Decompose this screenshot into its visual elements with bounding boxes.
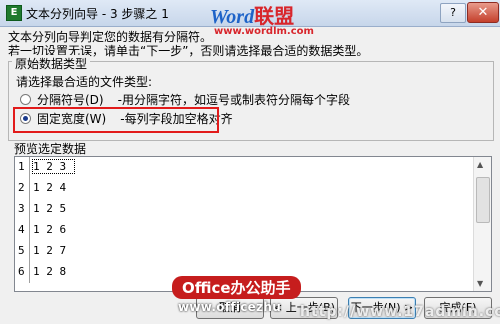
row-number: 3	[18, 202, 25, 215]
row-value: 1 2 7	[33, 244, 67, 257]
vertical-scrollbar[interactable]: ▲ ▼	[473, 157, 491, 291]
text-import-wizard-window: E 文本分列向导 - 3 步骤之 1 ? ✕ Word联盟 www.wordlm…	[0, 0, 500, 324]
row-number: 6	[18, 265, 25, 278]
radio-label-delimited: 分隔符号(D)	[37, 92, 104, 107]
row-separator	[29, 220, 30, 241]
radio-delimited[interactable]: 分隔符号(D) -用分隔字符，如逗号或制表符分隔每个字段	[20, 90, 350, 108]
row-value: 1 2 6	[33, 223, 67, 236]
preview-row: 3 1 2 5	[15, 199, 473, 220]
preview-row: 2 1 2 4	[15, 178, 473, 199]
row-separator	[29, 199, 30, 220]
watermark-url-right: http://www.17admin.co	[300, 304, 500, 320]
row-separator	[29, 262, 30, 283]
brand-url: www.wordlm.com	[214, 26, 314, 37]
preview-row: 4 1 2 6	[15, 220, 473, 241]
row-value: 1 2 3	[31, 159, 76, 174]
row-value: 1 2 4	[33, 181, 67, 194]
window-title: 文本分列向导 - 3 步骤之 1	[26, 7, 169, 21]
row-number: 2	[18, 181, 25, 194]
row-separator	[29, 241, 30, 262]
row-number: 5	[18, 244, 25, 257]
group-title: 原始数据类型	[12, 55, 91, 72]
radio-button-delimited[interactable]	[20, 93, 31, 105]
highlight-box	[13, 107, 219, 133]
file-type-prompt: 请选择最合适的文件类型:	[16, 75, 153, 89]
scroll-up-icon[interactable]: ▲	[477, 160, 483, 169]
preview-row: 5 1 2 7	[15, 241, 473, 262]
row-value: 1 2 8	[33, 265, 67, 278]
preview-label: 预览选定数据	[14, 142, 87, 156]
row-separator	[29, 157, 30, 178]
help-button[interactable]: ?	[440, 3, 466, 23]
watermark-badge: Office办公助手	[172, 276, 301, 299]
brand-word: Word	[210, 6, 255, 28]
scroll-down-icon[interactable]: ▼	[477, 279, 483, 288]
excel-app-icon: E	[6, 5, 22, 21]
row-number: 1	[18, 160, 25, 173]
row-separator	[29, 178, 30, 199]
watermark-url-left: www.officezhu	[178, 300, 282, 314]
preview-pane[interactable]: 1 1 2 3 2 1 2 4 3 1 2 5 4 1 2 6 5 1 2 7 …	[14, 156, 492, 292]
row-value: 1 2 5	[33, 202, 67, 215]
brand-lianmeng: 联盟	[254, 4, 295, 28]
preview-row: 1 1 2 3	[15, 157, 473, 178]
brand-logo: Word联盟	[210, 0, 294, 29]
close-button[interactable]: ✕	[467, 2, 499, 23]
scroll-thumb[interactable]	[476, 177, 490, 223]
radio-desc-delimited: -用分隔字符，如逗号或制表符分隔每个字段	[117, 92, 350, 107]
row-number: 4	[18, 223, 25, 236]
